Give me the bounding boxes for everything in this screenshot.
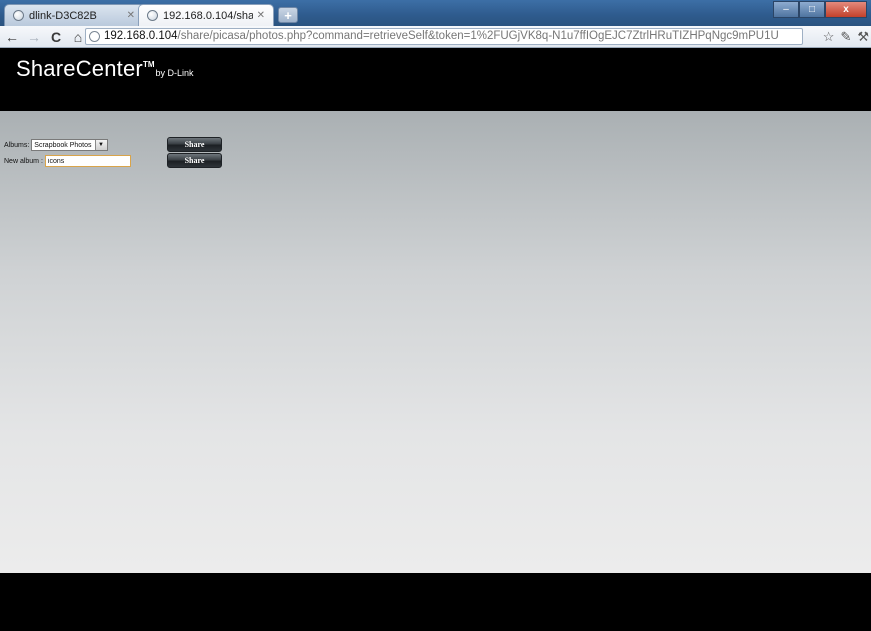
window-controls: – □ x (773, 1, 867, 18)
logo-brand: ShareCenter (16, 56, 143, 81)
share-new-album-button[interactable]: Share (167, 153, 222, 168)
tab-title: dlink-D3C82B (29, 9, 97, 22)
logo-trademark: TM (142, 60, 155, 69)
page-menu-icon[interactable]: ✎ (840, 29, 851, 45)
forward-button[interactable]: → (24, 27, 44, 47)
page-footer (0, 573, 871, 631)
globe-icon (13, 10, 24, 21)
address-host: 192.168.0.104 (104, 30, 178, 42)
bookmark-star-icon[interactable]: ☆ (823, 29, 835, 45)
close-tab-icon[interactable]: ✕ (257, 10, 265, 21)
new-album-label: New album : (4, 157, 43, 165)
reload-button[interactable]: C (46, 27, 66, 47)
tab-title: 192.168.0.104/share/picasa/ (163, 9, 253, 22)
albums-label: Albums: (4, 141, 30, 149)
back-button[interactable]: ← (2, 27, 22, 47)
albums-row: Albums: Scrapbook Photos ▼ (4, 139, 108, 151)
logo-byline: by D-Link (155, 68, 194, 78)
new-album-input[interactable] (44, 155, 131, 167)
tab-dlink[interactable]: dlink-D3C82B ✕ (4, 4, 144, 26)
address-path: /share/picasa/photos.php?command=retriev… (177, 30, 779, 42)
browser-toolbar: ← → C ⌂ 192.168.0.104/share/picasa/photo… (0, 26, 871, 48)
close-window-button[interactable]: x (825, 1, 867, 18)
close-tab-icon[interactable]: ✕ (127, 10, 135, 21)
page-icon (89, 31, 100, 42)
chevron-down-icon[interactable]: ▼ (94, 140, 107, 150)
address-bar[interactable]: 192.168.0.104/share/picasa/photos.php?co… (85, 28, 803, 45)
minimize-button[interactable]: – (773, 1, 799, 18)
albums-selected-value: Scrapbook Photos (34, 141, 92, 149)
main-content: Albums: Scrapbook Photos ▼ New album : S… (0, 111, 871, 573)
sharecenter-logo: ShareCenterTMby D-Link (16, 56, 194, 82)
new-album-row: New album : (4, 155, 131, 167)
browser-tab-strip: dlink-D3C82B ✕ 192.168.0.104/share/picas… (0, 0, 871, 26)
globe-icon (147, 10, 158, 21)
tab-picasa[interactable]: 192.168.0.104/share/picasa/ ✕ (138, 4, 274, 26)
albums-select[interactable]: Scrapbook Photos ▼ (31, 139, 108, 151)
toolbar-actions: ☆ ✎ ⚒ (823, 29, 869, 45)
share-album-button[interactable]: Share (167, 137, 222, 152)
new-tab-button[interactable]: + (278, 7, 298, 23)
wrench-icon[interactable]: ⚒ (857, 29, 869, 45)
page-header: ShareCenterTMby D-Link (0, 48, 871, 111)
maximize-button[interactable]: □ (799, 1, 825, 18)
